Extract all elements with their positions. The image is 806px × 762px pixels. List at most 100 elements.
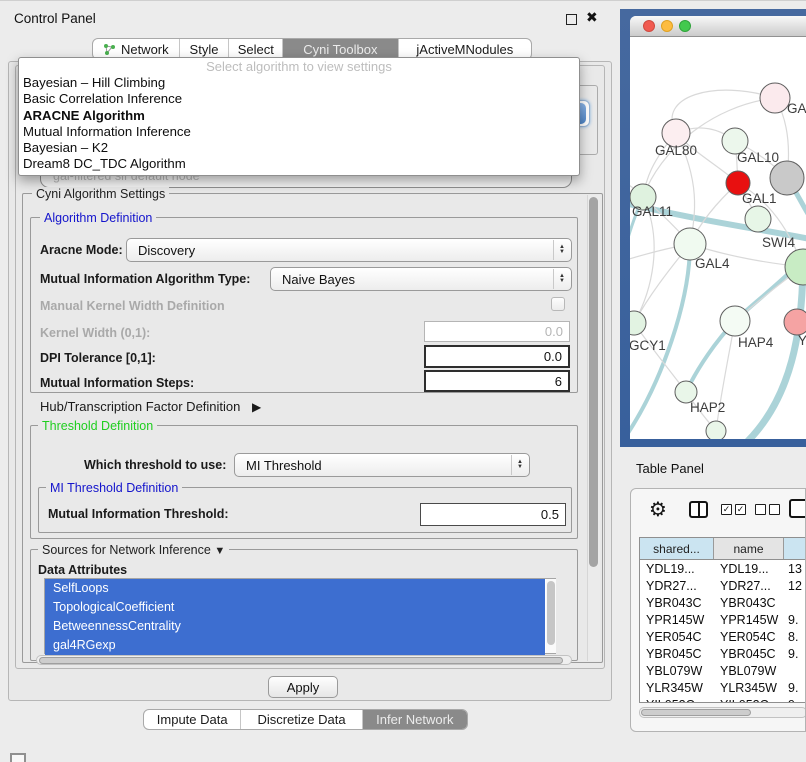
tab-label: Cyni Toolbox	[303, 42, 377, 57]
settings-scrollbar-thumb[interactable]	[589, 197, 598, 567]
table-cell: 9.	[784, 681, 806, 695]
table-hscrollbar-thumb[interactable]	[641, 709, 751, 716]
table-cell: YLR345W	[714, 681, 784, 695]
sources-hscrollbar-thumb[interactable]	[39, 657, 563, 664]
table-cell: 8.	[784, 630, 806, 644]
table-panel-title: Table Panel	[636, 461, 704, 476]
table-cell: 9.	[784, 613, 806, 627]
table-column-header[interactable]: shared...	[640, 538, 714, 559]
mi-algorithm-type-combo[interactable]: Naive Bayes ▲▼	[270, 267, 572, 291]
manual-kernel-width-label: Manual Kernel Width Definition	[40, 299, 225, 313]
split-columns-icon[interactable]	[689, 501, 708, 518]
network-node-gal[interactable]	[760, 83, 790, 113]
table-row[interactable]: YBL079WYBL079W	[640, 662, 806, 679]
network-node-swi4[interactable]	[785, 249, 806, 285]
control-panel-title: Control Panel	[14, 11, 96, 26]
unchecked-boxes-icon[interactable]	[755, 504, 780, 515]
floating-palette-fragment[interactable]	[10, 753, 26, 762]
table-cell: 9.	[784, 647, 806, 661]
hub-definition-label: Hub/Transcription Factor Definition	[40, 399, 240, 414]
expander-arrow-icon[interactable]: ▶	[252, 400, 261, 414]
combo-spinner-icon[interactable]: ▲▼	[511, 455, 528, 475]
table-cell: YIL052C	[640, 698, 714, 704]
checked-box-icon[interactable]: ✓	[735, 504, 746, 515]
table-row[interactable]: YLR345WYLR345W9.	[640, 679, 806, 696]
table-row[interactable]: YIL052CYIL052C9.	[640, 696, 806, 703]
table-header-row: shared...name	[640, 538, 806, 560]
aracne-mode-label: Aracne Mode:	[40, 243, 123, 257]
tab-cyni-toolbox[interactable]: Cyni Toolbox	[282, 39, 397, 59]
table-row[interactable]: YPR145WYPR145W9.	[640, 611, 806, 628]
algorithm-option[interactable]: Bayesian – Hill Climbing	[19, 75, 579, 91]
checked-boxes-icon[interactable]: ✓ ✓	[721, 504, 746, 515]
table-row[interactable]: YBR045CYBR045C9.	[640, 645, 806, 662]
gear-icon[interactable]: ⚙	[649, 497, 667, 522]
table-row[interactable]: YBR043CYBR043C	[640, 594, 806, 611]
data-attribute-item[interactable]: gal4RGexp	[45, 636, 545, 655]
checked-box-icon[interactable]: ✓	[721, 504, 732, 515]
network-node-hap4[interactable]	[720, 306, 750, 336]
zoom-light-icon[interactable]	[679, 20, 691, 32]
network-node-label: HAP4	[738, 335, 774, 350]
close-icon[interactable]: ✖	[586, 9, 598, 26]
mi-steps-field[interactable]: 6	[424, 370, 570, 392]
network-edge[interactable]	[748, 267, 803, 439]
network-node[interactable]	[770, 161, 804, 195]
algorithm-option[interactable]: Basic Correlation Inference	[19, 91, 579, 107]
algorithm-option[interactable]: Mutual Information Inference	[19, 124, 579, 140]
sources-hscrollbar-track[interactable]	[36, 655, 572, 665]
network-node-y[interactable]	[784, 309, 806, 335]
collapse-arrow-icon[interactable]: ▼	[214, 545, 225, 557]
table-row[interactable]: YDL19...YDL19...13	[640, 560, 806, 577]
minimize-light-icon[interactable]	[661, 20, 673, 32]
data-attribute-item[interactable]: BetweennessCentrality	[45, 617, 545, 636]
algorithm-option[interactable]: Dream8 DC_TDC Algorithm	[19, 156, 579, 172]
table-hscrollbar-track[interactable]	[639, 707, 806, 718]
attr-list-scrollbar-thumb[interactable]	[547, 581, 555, 645]
float-window-icon[interactable]	[566, 14, 577, 25]
which-threshold-combo[interactable]: MI Threshold ▲▼	[234, 453, 530, 477]
apply-button[interactable]: Apply	[268, 676, 338, 698]
unchecked-box-icon[interactable]	[769, 504, 780, 515]
which-threshold-label: Which threshold to use:	[84, 458, 226, 472]
network-node-label: Y	[798, 333, 806, 348]
table-cell: 13	[784, 562, 806, 576]
tab-impute-data[interactable]: Impute Data	[144, 710, 240, 729]
network-window-titlebar[interactable]	[630, 16, 806, 37]
mi-threshold-label: Mutual Information Threshold:	[48, 507, 229, 521]
table-cell: YBR043C	[640, 596, 714, 610]
tab-infer-network[interactable]: Infer Network	[362, 710, 467, 729]
tab-network[interactable]: Network	[93, 39, 179, 59]
network-node-gal1[interactable]	[745, 206, 771, 232]
close-light-icon[interactable]	[643, 20, 655, 32]
network-node[interactable]	[706, 421, 726, 439]
unchecked-box-icon[interactable]	[755, 504, 766, 515]
kernel-width-field[interactable]: 0.0	[424, 321, 570, 342]
table-column-header[interactable]	[784, 538, 806, 559]
data-attribute-item[interactable]: SelfLoops	[45, 579, 545, 598]
tab-style[interactable]: Style	[179, 39, 229, 59]
dpi-tolerance-field[interactable]: 0.0	[424, 345, 570, 368]
table-row[interactable]: YDR27...YDR27...12	[640, 577, 806, 594]
algorithm-option[interactable]: ARACNE Algorithm	[19, 108, 579, 124]
sources-legend: Sources for Network Inference ▼	[38, 543, 229, 557]
network-canvas[interactable]: GALGAL80GAL10GAL11GAL1SWI4GAL4GCY1HAP4YH…	[630, 37, 806, 439]
tab-discretize-data[interactable]: Discretize Data	[240, 710, 361, 729]
table-row[interactable]: YER054CYER054C8.	[640, 628, 806, 645]
data-attribute-item[interactable]: TopologicalCoefficient	[45, 598, 545, 617]
combo-spinner-icon[interactable]: ▲▼	[553, 240, 570, 260]
combo-spinner-icon[interactable]: ▲▼	[553, 269, 570, 289]
tab-select[interactable]: Select	[228, 39, 282, 59]
network-edge[interactable]	[634, 323, 686, 392]
document-icon[interactable]	[789, 499, 806, 518]
table-column-header[interactable]: name	[714, 538, 784, 559]
manual-kernel-width-checkbox[interactable]	[551, 297, 565, 311]
hub-definition-expander[interactable]: Hub/Transcription Factor Definition ▶	[40, 399, 261, 414]
network-node-label: GAL4	[695, 256, 730, 271]
aracne-mode-combo[interactable]: Discovery ▲▼	[126, 238, 572, 262]
table-cell: YPR145W	[714, 613, 784, 627]
mi-threshold-field[interactable]: 0.5	[420, 503, 566, 526]
network-node-gcy1[interactable]	[630, 311, 646, 335]
tab-jactivemnodules[interactable]: jActiveMNodules	[398, 39, 531, 59]
algorithm-option[interactable]: Bayesian – K2	[19, 140, 579, 156]
